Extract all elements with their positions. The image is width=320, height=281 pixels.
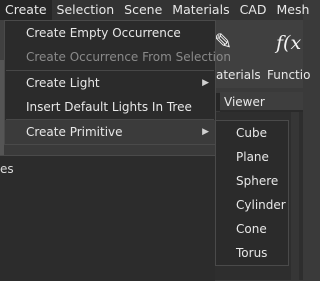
scene-tree-panel — [0, 155, 215, 281]
submenu-item-label: Torus — [236, 246, 268, 260]
menu-item-label: Create Occurrence From Selection — [26, 50, 231, 64]
submenu-item-label: Cube — [236, 126, 267, 140]
function-icon[interactable]: f(x — [276, 32, 301, 54]
menu-item-label: Create Light — [26, 76, 100, 90]
functions-tool-label[interactable]: Functio — [267, 68, 310, 82]
submenu-arrow-icon: ▶ — [202, 127, 209, 137]
submenu-item-label: Cone — [236, 222, 267, 236]
menu-item-create-light[interactable]: Create Light ▶ — [5, 71, 215, 95]
panel-header-label: es — [0, 162, 14, 176]
menu-item-create-primitive[interactable]: Create Primitive ▶ — [5, 120, 215, 144]
materials-tool-label[interactable]: aterials — [216, 68, 261, 82]
create-menu: Create Empty Occurrence Create Occurrenc… — [4, 20, 231, 145]
menu-selection[interactable]: Selection — [52, 0, 120, 20]
submenu-item-sphere[interactable]: Sphere — [216, 169, 288, 193]
submenu-item-plane[interactable]: Plane — [216, 145, 288, 169]
submenu-item-torus[interactable]: Torus — [216, 241, 288, 265]
menu-item-insert-default-lights[interactable]: Insert Default Lights In Tree — [5, 95, 215, 119]
tab-viewer-label: Viewer — [224, 95, 265, 109]
menu-item-label: Create Empty Occurrence — [26, 26, 181, 40]
primitive-submenu: Cube Plane Sphere Cylinder Cone Torus — [215, 120, 289, 266]
submenu-item-cone[interactable]: Cone — [216, 217, 288, 241]
tab-viewer[interactable]: Viewer — [220, 92, 303, 112]
menu-scene[interactable]: Scene — [119, 0, 167, 20]
submenu-item-label: Plane — [236, 150, 269, 164]
menu-create[interactable]: Create — [0, 0, 52, 20]
submenu-item-label: Sphere — [236, 174, 279, 188]
menu-item-create-occurrence-from-selection: Create Occurrence From Selection — [5, 45, 231, 69]
menu-item-create-empty-occurrence[interactable]: Create Empty Occurrence — [5, 21, 215, 45]
submenu-arrow-icon: ▶ — [202, 78, 209, 88]
scrollbar[interactable] — [291, 112, 299, 280]
submenu-item-label: Cylinder — [236, 198, 286, 212]
menu-item-label: Create Primitive — [26, 125, 123, 139]
menu-item-label: Insert Default Lights In Tree — [26, 100, 192, 114]
menu-cad[interactable]: CAD — [235, 0, 272, 20]
submenu-item-cylinder[interactable]: Cylinder — [216, 193, 288, 217]
menu-bar: Create Selection Scene Materials CAD Mes… — [0, 0, 309, 20]
menu-mesh[interactable]: Mesh — [271, 0, 314, 20]
menu-materials[interactable]: Materials — [167, 0, 234, 20]
submenu-item-cube[interactable]: Cube — [216, 121, 288, 145]
